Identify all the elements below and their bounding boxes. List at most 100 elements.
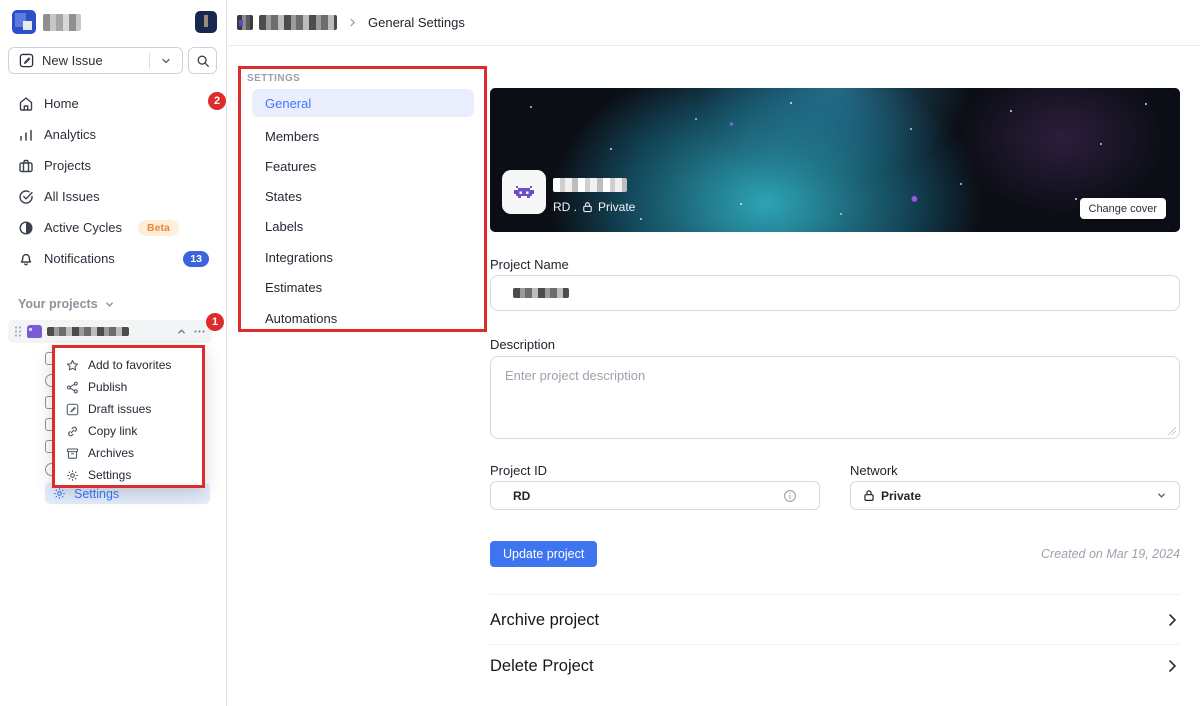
settings-tab-general[interactable]: General: [252, 89, 474, 117]
settings-tab-label: Members: [265, 129, 319, 144]
pencil-square-icon: [19, 53, 34, 68]
settings-tab-automations[interactable]: Automations: [252, 304, 474, 332]
info-icon[interactable]: [783, 489, 797, 503]
chevron-right-icon: [1164, 612, 1180, 628]
settings-tab-estimates[interactable]: Estimates: [252, 273, 474, 301]
sidebar-item-all-issues[interactable]: All Issues: [8, 181, 219, 212]
description-label: Description: [490, 337, 555, 352]
settings-tab-label: Integrations: [265, 250, 333, 265]
menu-item-draft-issues[interactable]: Draft issues: [55, 398, 202, 420]
sidebar-item-projects[interactable]: Projects: [8, 150, 219, 181]
your-projects-header[interactable]: Your projects: [18, 297, 115, 311]
created-on-text: Created on Mar 19, 2024: [1041, 547, 1180, 561]
project-avatar[interactable]: [502, 170, 546, 214]
sidebar-item-label: Notifications: [44, 251, 115, 266]
new-issue-dropdown[interactable]: [150, 55, 182, 67]
menu-item-archives[interactable]: Archives: [55, 442, 202, 464]
change-cover-button[interactable]: Change cover: [1080, 198, 1167, 219]
description-textarea[interactable]: Enter project description: [490, 356, 1180, 439]
chevron-right-icon: [347, 17, 358, 28]
user-avatar[interactable]: [195, 11, 217, 33]
sidebar-item-notifications[interactable]: Notifications 13: [8, 243, 219, 274]
general-settings-content: RD . Private Change cover Project Name D…: [490, 88, 1180, 232]
briefcase-icon: [18, 158, 34, 174]
settings-tab-members[interactable]: Members: [252, 122, 474, 150]
workspace-name-redacted[interactable]: [43, 14, 81, 31]
cover-project-title-redacted: [553, 178, 627, 192]
cover-project-id: RD .: [553, 200, 577, 214]
sidebar-item-home[interactable]: Home: [8, 88, 219, 119]
settings-tab-label: States: [265, 189, 302, 204]
link-icon: [66, 425, 79, 438]
drag-handle-icon[interactable]: [14, 325, 22, 338]
menu-item-label: Archives: [88, 446, 134, 460]
chevron-down-icon: [160, 55, 172, 67]
sidebar-item-label: Analytics: [44, 127, 96, 142]
project-context-menu: Add to favorites Publish Draft issues Co…: [52, 345, 205, 488]
project-name-redacted: [47, 327, 129, 336]
archive-project-label: Archive project: [490, 611, 599, 630]
share-icon: [66, 381, 79, 394]
settings-tab-label: General: [265, 96, 311, 111]
sidebar-item-label: Active Cycles: [44, 220, 122, 235]
menu-item-label: Settings: [88, 468, 131, 482]
project-id-label: Project ID: [490, 463, 547, 478]
settings-nav-heading: SETTINGS: [247, 73, 300, 84]
section-divider: [490, 644, 1180, 645]
chevron-right-icon: [1164, 658, 1180, 674]
sidebar-item-analytics[interactable]: Analytics: [8, 119, 219, 150]
delete-project-row[interactable]: Delete Project: [490, 654, 1180, 678]
beta-badge: Beta: [138, 220, 179, 236]
settings-tab-integrations[interactable]: Integrations: [252, 243, 474, 271]
menu-item-label: Publish: [88, 380, 127, 394]
resize-handle[interactable]: [1168, 427, 1176, 435]
gear-icon: [53, 487, 66, 500]
chevron-up-icon[interactable]: [176, 326, 187, 337]
archive-icon: [66, 447, 79, 460]
settings-tab-features[interactable]: Features: [252, 152, 474, 180]
analytics-icon: [18, 127, 34, 143]
lock-icon: [863, 489, 875, 502]
project-name-input[interactable]: [490, 275, 1180, 311]
ellipsis-icon[interactable]: [193, 325, 206, 338]
settings-tab-states[interactable]: States: [252, 182, 474, 210]
breadcrumb-bar: General Settings: [228, 0, 1200, 46]
space-invader-icon: [513, 182, 535, 202]
your-projects-label: Your projects: [18, 297, 98, 311]
menu-item-settings[interactable]: Settings: [55, 464, 202, 486]
update-project-button[interactable]: Update project: [490, 541, 597, 567]
menu-item-add-to-favorites[interactable]: Add to favorites: [55, 354, 202, 376]
menu-item-copy-link[interactable]: Copy link: [55, 420, 202, 442]
new-issue-button[interactable]: New Issue: [8, 47, 183, 74]
description-placeholder: Enter project description: [505, 368, 645, 383]
settings-tab-labels[interactable]: Labels: [252, 212, 474, 240]
settings-nav-panel: SETTINGS General Members Features States…: [238, 66, 487, 332]
sidebar-item-label: Projects: [44, 158, 91, 173]
search-button[interactable]: [188, 47, 217, 74]
annotation-marker-1: 1: [206, 313, 224, 331]
breadcrumb-project-name-redacted[interactable]: [259, 15, 337, 30]
app-window: New Issue Home Analytics P: [0, 0, 1200, 706]
archive-project-row[interactable]: Archive project: [490, 608, 1180, 632]
search-icon: [196, 54, 210, 68]
cover-project-meta: RD . Private: [553, 200, 635, 214]
new-issue-label: New Issue: [42, 53, 103, 68]
network-select[interactable]: Private: [850, 481, 1180, 510]
workspace-logo[interactable]: [12, 10, 36, 34]
settings-tab-label: Automations: [265, 311, 337, 326]
sidebar-item-active-cycles[interactable]: Active Cycles Beta: [8, 212, 219, 243]
project-row[interactable]: [8, 320, 212, 343]
breadcrumb-current: General Settings: [368, 15, 465, 30]
breadcrumb-project-icon: [237, 15, 253, 30]
notifications-count-badge: 13: [183, 251, 209, 267]
delete-project-label: Delete Project: [490, 657, 594, 676]
menu-item-publish[interactable]: Publish: [55, 376, 202, 398]
settings-tab-label: Features: [265, 159, 316, 174]
sidebar-item-label: Home: [44, 96, 79, 111]
annotation-marker-2: 2: [208, 92, 226, 110]
chevron-down-icon: [104, 299, 115, 310]
menu-item-label: Draft issues: [88, 402, 151, 416]
bell-icon: [18, 251, 34, 267]
new-issue-main[interactable]: New Issue: [9, 53, 149, 68]
project-id-input[interactable]: RD: [490, 481, 820, 510]
